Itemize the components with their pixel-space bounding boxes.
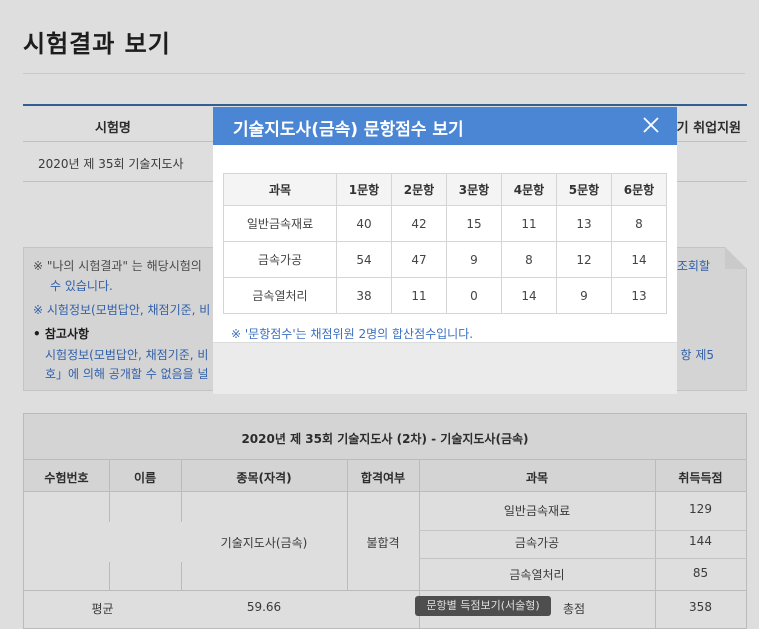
subject-cell: 금속열처리 — [223, 277, 337, 314]
modal-footer — [213, 342, 677, 394]
score-cell: 9 — [446, 241, 502, 278]
modal-title: 기술지도사(금속) 문항점수 보기 — [233, 120, 464, 140]
close-icon[interactable] — [641, 115, 661, 135]
header-q1: 1문항 — [336, 173, 392, 206]
score-cell: 40 — [336, 205, 392, 242]
modal-body: 과목 1문항 2문항 3문항 4문항 5문항 6문항 일반금속재료 40 42 … — [213, 145, 677, 342]
header-subject: 과목 — [223, 173, 337, 206]
score-cell: 54 — [336, 241, 392, 278]
modal-header: 기술지도사(금속) 문항점수 보기 — [213, 107, 677, 145]
table-row: 금속가공 54 47 9 8 12 14 — [223, 241, 667, 278]
header-q2: 2문항 — [391, 173, 447, 206]
table-row: 일반금속재료 40 42 15 11 13 8 — [223, 205, 667, 242]
item-score-table: 과목 1문항 2문항 3문항 4문항 5문항 6문항 일반금속재료 40 42 … — [223, 173, 667, 314]
score-cell: 14 — [611, 241, 667, 278]
score-cell: 9 — [556, 277, 612, 314]
subject-cell: 일반금속재료 — [223, 205, 337, 242]
score-cell: 14 — [501, 277, 557, 314]
score-cell: 42 — [391, 205, 447, 242]
score-cell: 47 — [391, 241, 447, 278]
score-cell: 15 — [446, 205, 502, 242]
subject-cell: 금속가공 — [223, 241, 337, 278]
modal-note: ※ '문항점수'는 채점위원 2명의 합산점수입니다. — [231, 327, 474, 341]
score-cell: 38 — [336, 277, 392, 314]
score-cell: 13 — [611, 277, 667, 314]
header-q5: 5문항 — [556, 173, 612, 206]
table-row: 금속열처리 38 11 0 14 9 13 — [223, 277, 667, 314]
score-cell: 11 — [391, 277, 447, 314]
header-q6: 6문항 — [611, 173, 667, 206]
score-cell: 11 — [501, 205, 557, 242]
score-cell: 12 — [556, 241, 612, 278]
score-cell: 8 — [611, 205, 667, 242]
header-q3: 3문항 — [446, 173, 502, 206]
item-score-modal: 기술지도사(금속) 문항점수 보기 과목 1문항 2문항 3문항 4문항 5문항… — [213, 107, 677, 394]
table-header-row: 과목 1문항 2문항 3문항 4문항 5문항 6문항 — [223, 173, 667, 206]
score-cell: 0 — [446, 277, 502, 314]
score-cell: 13 — [556, 205, 612, 242]
score-cell: 8 — [501, 241, 557, 278]
header-q4: 4문항 — [501, 173, 557, 206]
